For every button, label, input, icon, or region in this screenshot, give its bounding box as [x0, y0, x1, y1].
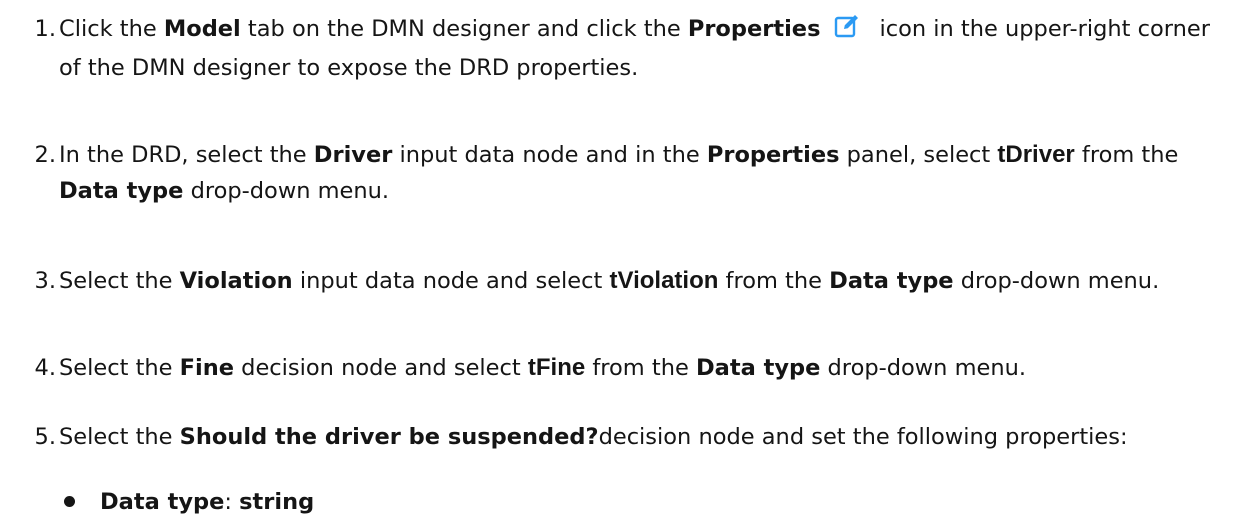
step-number: 4.: [34, 355, 56, 381]
emphasis-term: Properties: [706, 142, 840, 168]
emphasis-term: Model: [163, 16, 241, 42]
bullet-item-data-type: Data type: string: [100, 484, 314, 520]
step-text-run: decision node and select: [234, 355, 528, 381]
step-text-run: drop-down menu.: [183, 178, 390, 204]
bullet-separator: :: [224, 489, 240, 515]
bullet-value: string: [239, 489, 315, 515]
step-text-run: Click the: [59, 16, 164, 42]
step-text: Select the Violation input data node and…: [59, 263, 1236, 299]
step-text: Select the Should the driver be suspende…: [59, 419, 1236, 455]
step-text: Click the Model tab on the DMN designer …: [59, 11, 1236, 86]
step-5: 5. Select the Should the driver be suspe…: [24, 419, 1236, 455]
emphasis-term: Should the driver be suspended?: [179, 424, 599, 450]
edit-icon[interactable]: [834, 12, 861, 50]
emphasis-term: Driver: [313, 142, 393, 168]
step-text-run: from the: [1074, 142, 1179, 168]
emphasis-term: Data type: [829, 268, 954, 294]
step-number: 5.: [34, 424, 56, 450]
step-text-run: panel, select: [839, 142, 998, 168]
step-text-run: from the: [718, 268, 830, 294]
step-text: In the DRD, select the Driver input data…: [59, 137, 1236, 209]
step-3: 3. Select the Violation input data node …: [24, 263, 1236, 299]
emphasis-term: tDriver: [997, 141, 1075, 168]
emphasis-term: Properties: [687, 16, 821, 42]
emphasis-term: Violation: [179, 268, 293, 294]
step-1: 1. Click the Model tab on the DMN design…: [24, 11, 1236, 86]
step-text-run: input data node and select: [292, 268, 610, 294]
step-text: Select the Fine decision node and select…: [59, 350, 1236, 386]
step-2: 2. In the DRD, select the Driver input d…: [24, 137, 1236, 209]
emphasis-term: Data type: [59, 178, 184, 204]
emphasis-term: tFine: [527, 354, 586, 381]
step-number: 1.: [34, 16, 56, 42]
step-4: 4. Select the Fine decision node and sel…: [24, 350, 1236, 386]
step-text-run: Select the: [59, 268, 180, 294]
step-text-run: input data node and in the: [392, 142, 707, 168]
emphasis-term: Fine: [179, 355, 235, 381]
step-text-run: decision node and set the following prop…: [598, 424, 1128, 450]
step-text-run: In the DRD, select the: [59, 142, 314, 168]
instructions-page: 1. Click the Model tab on the DMN design…: [0, 0, 1242, 515]
step-text-run: tab on the DMN designer and click the: [240, 16, 688, 42]
emphasis-term: tViolation: [609, 267, 719, 294]
step-text-run: Select the: [59, 355, 180, 381]
step-number: 2.: [34, 142, 56, 168]
bullet-icon: [64, 496, 75, 507]
step-text-run: drop-down menu.: [953, 268, 1160, 294]
bullet-label: Data type: [100, 489, 225, 515]
step-text-run: Select the: [59, 424, 180, 450]
step-text-run: drop-down menu.: [820, 355, 1027, 381]
step-text-run: from the: [585, 355, 696, 381]
step-number: 3.: [34, 268, 56, 294]
emphasis-term: Data type: [695, 355, 821, 381]
